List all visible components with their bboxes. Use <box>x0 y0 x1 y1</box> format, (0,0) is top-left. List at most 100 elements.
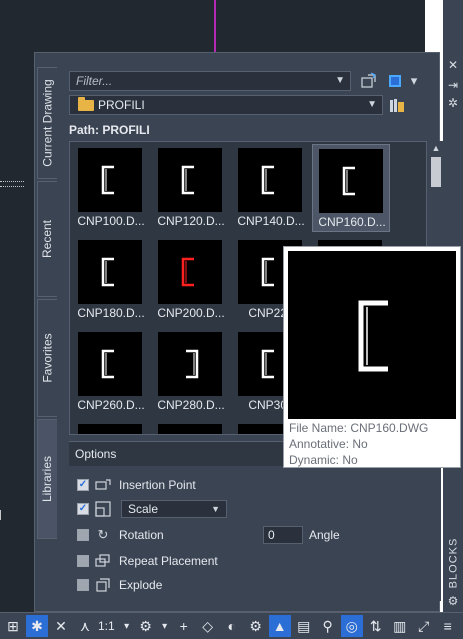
scroll-up-icon[interactable]: ▲ <box>431 143 441 153</box>
annotation-visibility-icon[interactable]: ✕ <box>50 615 72 637</box>
explode-checkbox[interactable] <box>77 579 89 591</box>
folder-select[interactable]: PROFILI ▼ <box>69 95 383 115</box>
block-label: CNP200.D... <box>157 306 225 320</box>
tooltip-file-name: File Name: CNP160.DWG <box>289 421 429 435</box>
snap-tracking-icon[interactable]: ✱ <box>26 615 48 637</box>
annotation-scale-icon[interactable]: ⋏ <box>74 615 96 637</box>
tab-favorites[interactable]: Favorites <box>37 299 57 417</box>
chevron-down-icon[interactable]: ▼ <box>367 99 377 110</box>
block-label: CNP260.D... <box>77 398 145 412</box>
explode-icon <box>95 577 111 593</box>
lock-ui-icon[interactable]: ▥ <box>389 615 411 637</box>
explode-option[interactable]: Explode <box>77 576 162 594</box>
workspace-icon[interactable]: ⚙ <box>245 615 267 637</box>
filter-row: Filter... ▼ ▾ <box>69 71 439 91</box>
quick-properties-icon[interactable]: ⇅ <box>365 615 387 637</box>
angle-input[interactable]: 0 <box>263 526 303 544</box>
hardware-acceleration-icon[interactable]: ◐ <box>221 615 243 637</box>
scale-option[interactable]: ✓ Scale ▼ <box>77 500 227 518</box>
block-thumbnail <box>158 424 222 434</box>
block-thumbnail <box>78 240 142 304</box>
drawing-glyph <box>0 181 24 187</box>
chevron-down-icon[interactable]: ▾ <box>407 71 421 91</box>
block-preview-tooltip: File Name: CNP160.DWG Annotative: No Dyn… <box>283 246 461 468</box>
block-thumbnail <box>238 148 302 212</box>
browse-library-icon[interactable] <box>359 71 379 91</box>
chevron-down-icon[interactable]: ▼ <box>211 504 220 514</box>
filter-placeholder: Filter... <box>76 74 113 88</box>
options-title[interactable]: Options <box>69 442 283 466</box>
block-label: CNP280.D... <box>157 398 225 412</box>
block-tile[interactable]: CNP100.D... <box>72 144 150 232</box>
tab-recent[interactable]: Recent <box>37 181 57 297</box>
chevron-down-icon[interactable]: ▾ <box>159 615 171 637</box>
scrollbar-thumb[interactable] <box>431 157 441 187</box>
dynamic-input-icon[interactable]: ◎ <box>340 615 363 637</box>
rotation-option[interactable]: ↻ Rotation 0 Angle <box>77 526 437 544</box>
snap-mode-icon[interactable]: ▲ <box>268 615 291 637</box>
blocks-palette-tab[interactable]: BLOCKS <box>444 537 462 589</box>
angle-label: Angle <box>309 528 340 542</box>
scale-checkbox[interactable]: ✓ <box>77 503 89 515</box>
repeat-placement-checkbox[interactable] <box>77 555 89 567</box>
rotation-checkbox[interactable] <box>77 529 89 541</box>
clean-screen-icon[interactable]: ⚲ <box>317 615 339 637</box>
annotation-scale-value[interactable]: 1:1 <box>98 619 115 633</box>
block-preview <box>288 251 456 419</box>
block-tile[interactable]: CNP180.D... <box>72 236 150 324</box>
palette-settings-icon[interactable]: ⚙ <box>443 592 463 610</box>
gear-icon[interactable]: ⚙ <box>135 615 157 637</box>
block-label: CNP180.D... <box>77 306 145 320</box>
thumbnail-view-icon[interactable] <box>385 71 405 91</box>
repeat-placement-label: Repeat Placement <box>119 554 218 568</box>
folder-row: PROFILI ▼ <box>69 95 439 115</box>
tab-current-drawing[interactable]: Current Drawing <box>37 67 57 179</box>
insertion-point-checkbox[interactable]: ✓ <box>77 479 89 491</box>
object-snap-icon[interactable]: ⊞ <box>2 615 24 637</box>
scale-select[interactable]: Scale ▼ <box>121 500 227 518</box>
status-bar: ⊞ ✱ ✕ ⋏ 1:1 ▾ ⚙ ▾ + ◇ ◐ ⚙ ▲ ▤ ⚲ ◎ ⇅ ▥ ⤢ … <box>0 612 463 639</box>
blocks-tab-label: BLOCKS <box>447 537 460 589</box>
block-thumbnail <box>158 332 222 396</box>
repeat-placement-option[interactable]: Repeat Placement <box>77 552 218 570</box>
block-tile[interactable]: CNP200.D... <box>152 236 230 324</box>
scale-icon <box>95 501 111 517</box>
isolate-objects-icon[interactable]: ◇ <box>197 615 219 637</box>
block-tile[interactable]: CNP260.D... <box>72 328 150 416</box>
tooltip-dynamic: Dynamic: No <box>289 453 358 467</box>
plot-icon[interactable]: ▤ <box>293 615 315 637</box>
block-tile[interactable] <box>152 420 230 434</box>
fullscreen-icon[interactable]: ⤢ <box>413 615 435 637</box>
tab-label: Current Drawing <box>40 79 55 167</box>
block-tile[interactable]: CNP120.D... <box>152 144 230 232</box>
library-path: Path: PROFILI <box>69 123 150 137</box>
filter-input[interactable]: Filter... ▼ <box>69 71 351 91</box>
rotation-label: Rotation <box>119 528 164 542</box>
block-tile[interactable]: CNP280.D... <box>152 328 230 416</box>
tab-libraries[interactable]: Libraries <box>37 419 57 539</box>
block-tile-selected[interactable]: CNP160.D... <box>312 144 390 232</box>
menu-icon[interactable]: ≡ <box>437 615 459 637</box>
properties-icon[interactable]: ✲ <box>443 94 463 112</box>
chevron-down-icon[interactable]: ▾ <box>121 615 133 637</box>
block-thumbnail <box>78 148 142 212</box>
insertion-point-option[interactable]: ✓ Insertion Point <box>77 476 196 494</box>
plus-icon[interactable]: + <box>173 615 195 637</box>
palette-side-tabs: Current Drawing Recent Favorites Librari… <box>35 53 57 613</box>
tab-label: Libraries <box>40 455 55 503</box>
block-thumbnail <box>78 424 142 434</box>
chevron-down-icon[interactable]: ▼ <box>335 75 345 86</box>
block-label: CNP160.D... <box>318 215 386 229</box>
block-tile[interactable] <box>72 420 150 434</box>
block-label: CNP100.D... <box>77 214 145 228</box>
block-tile[interactable]: CNP140.D... <box>232 144 310 232</box>
folder-icon <box>78 97 94 111</box>
block-thumbnail <box>78 332 142 396</box>
repeat-placement-icon <box>95 553 111 569</box>
pin-icon[interactable]: ⇥ <box>443 76 463 94</box>
block-thumbnail <box>158 240 222 304</box>
library-folder-icon[interactable] <box>387 95 407 115</box>
close-icon[interactable]: ✕ <box>443 56 463 74</box>
drawing-line <box>214 0 216 52</box>
block-label: CNP140.D... <box>237 214 305 228</box>
